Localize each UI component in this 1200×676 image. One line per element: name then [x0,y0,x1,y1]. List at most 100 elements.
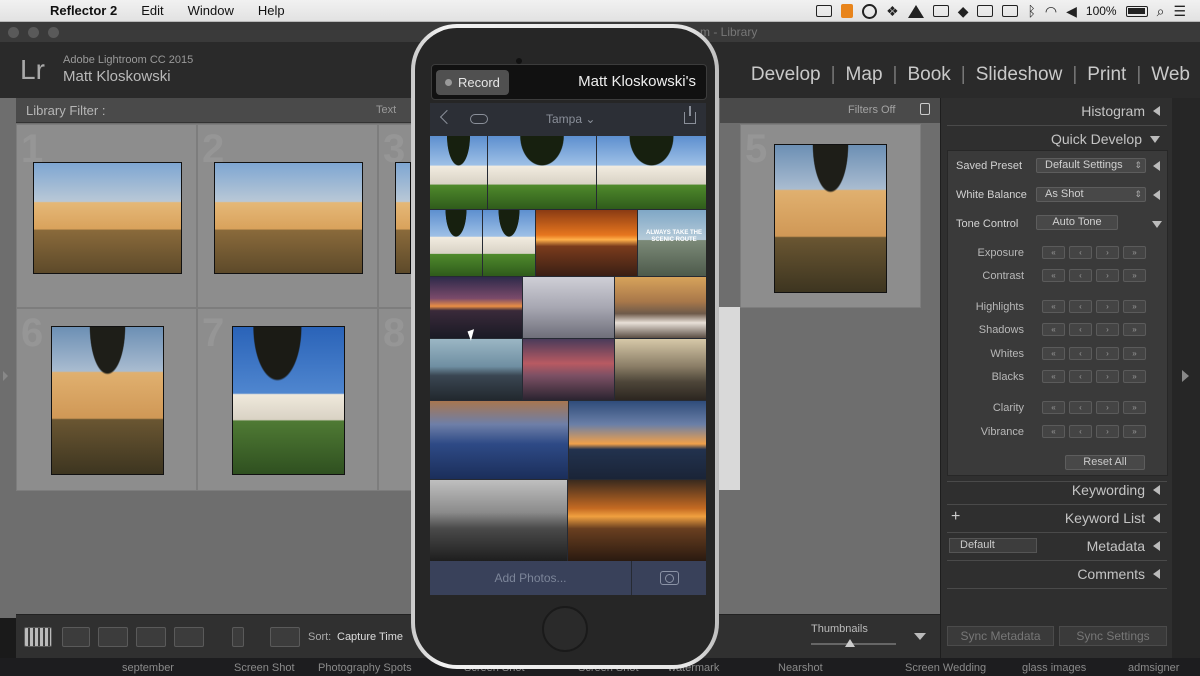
grid-view-icon[interactable] [24,627,52,647]
album-photo[interactable] [430,401,568,479]
sync-settings-button[interactable]: Sync Settings [1059,626,1167,646]
white-balance-select[interactable]: As Shot [1036,187,1146,202]
album-photo[interactable] [569,401,706,479]
exposure-increase-small[interactable]: › [1096,246,1119,259]
auto-tone-button[interactable]: Auto Tone [1036,215,1118,230]
thumbnail-image[interactable] [774,144,887,293]
clarity-increase-large[interactable]: » [1123,401,1146,414]
album-photo[interactable] [483,210,535,276]
thumbnail-image[interactable] [214,162,363,274]
sync-metadata-button[interactable]: Sync Metadata [947,626,1054,646]
whites-increase-large[interactable]: » [1123,347,1146,360]
collapse-triangle-icon[interactable] [1153,513,1160,523]
exposure-decrease-small[interactable]: ‹ [1069,246,1092,259]
menu-help[interactable]: Help [246,3,297,18]
keywording-header[interactable]: Keywording [1072,482,1160,498]
dock-item-label[interactable]: glass images [1022,662,1086,674]
dock-item-label[interactable]: september [122,662,174,674]
grid-cell[interactable]: 8 [378,308,412,491]
shadows-decrease-small[interactable]: ‹ [1069,323,1092,336]
album-photo[interactable] [430,210,482,276]
filters-off-dropdown[interactable]: Filters Off [848,104,895,116]
loupe-view-icon[interactable] [62,627,90,647]
spotlight-icon[interactable]: ⌕ [1157,3,1165,20]
collapse-triangle-icon[interactable] [1153,569,1160,579]
thumbnail-image[interactable] [395,162,411,274]
home-button[interactable] [542,606,588,652]
collapse-triangle-icon[interactable] [1153,485,1160,495]
dock-item-label[interactable]: admsigner [1128,662,1179,674]
sort-direction-icon[interactable] [270,627,300,647]
battery-icon[interactable] [1125,5,1148,17]
blacks-increase-large[interactable]: » [1123,370,1146,383]
shadows-increase-small[interactable]: › [1096,323,1119,336]
selected-cell-edge[interactable] [718,307,740,490]
contrast-increase-small[interactable]: › [1096,269,1119,282]
app-menu-name[interactable]: Reflector 2 [38,3,129,18]
album-photo[interactable] [568,480,706,561]
grid-cell[interactable]: 2 [197,124,378,308]
thumbnail-image[interactable] [33,162,182,274]
app-status-icon[interactable] [841,4,854,18]
add-photos-button[interactable]: Add Photos... [430,561,632,595]
highlights-decrease-small[interactable]: ‹ [1069,300,1092,313]
keyword-list-header[interactable]: Keyword List [1065,510,1160,526]
keyboard-icon[interactable] [1002,5,1019,17]
module-print[interactable]: Print [1087,64,1126,86]
thumbnail-slider-knob[interactable] [845,639,855,647]
vibrance-increase-small[interactable]: › [1096,425,1119,438]
thumbnail-image[interactable] [232,326,345,475]
vibrance-decrease-small[interactable]: ‹ [1069,425,1092,438]
sort-dropdown[interactable]: Capture Time [337,631,403,643]
shadows-increase-large[interactable]: » [1123,323,1146,336]
drive-icon[interactable] [907,4,924,18]
toolbar-options-chevron-icon[interactable] [914,633,926,640]
survey-view-icon[interactable] [136,627,166,647]
tone-control-triangle-icon[interactable] [1152,221,1162,228]
blacks-decrease-large[interactable]: « [1042,370,1065,383]
left-panel-toggle-arrow-icon[interactable] [3,371,8,381]
module-web[interactable]: Web [1151,64,1190,86]
wifi-icon[interactable]: ◠ [1045,3,1057,20]
collapse-triangle-icon[interactable] [1153,106,1160,116]
airplay-icon[interactable] [977,5,994,17]
reset-all-button[interactable]: Reset All [1065,455,1145,470]
cloud-icon[interactable] [470,114,488,124]
bluetooth-icon[interactable]: ᛒ [1027,3,1035,19]
dock-item-label[interactable]: Photography Spots [318,662,412,674]
saved-preset-select[interactable]: Default Settings [1036,158,1146,173]
album-photo[interactable] [488,136,596,209]
compare-view-icon[interactable] [98,627,128,647]
whites-increase-small[interactable]: › [1096,347,1119,360]
dock-item-label[interactable]: Nearshot [778,662,823,674]
menu-edit[interactable]: Edit [129,3,175,18]
album-photo[interactable] [430,277,522,338]
exposure-decrease-large[interactable]: « [1042,246,1065,259]
module-develop[interactable]: Develop [751,64,821,86]
camera-icon[interactable] [660,571,679,585]
minimize-window-button[interactable] [28,27,39,38]
dock-item-label[interactable]: Screen Shot [234,662,295,674]
panel-toggle-arrow-icon[interactable] [1182,370,1189,382]
contrast-decrease-small[interactable]: ‹ [1069,269,1092,282]
clarity-decrease-large[interactable]: « [1042,401,1065,414]
histogram-header[interactable]: Histogram [1081,103,1160,119]
people-view-icon[interactable] [174,627,204,647]
dock-item-label[interactable]: Screen Wedding [905,662,986,674]
share-icon[interactable] [684,106,696,124]
album-photo[interactable] [430,136,487,209]
grid-cell[interactable]: 1 [16,124,197,308]
grid-cell[interactable]: 6 [16,308,197,491]
module-map[interactable]: Map [846,64,883,86]
notification-center-icon[interactable]: ☰ [1173,3,1186,20]
collapse-triangle-icon[interactable] [1153,541,1160,551]
highlights-increase-large[interactable]: » [1123,300,1146,313]
highlights-increase-small[interactable]: › [1096,300,1119,313]
back-icon[interactable] [439,109,455,125]
vibrance-increase-large[interactable]: » [1123,425,1146,438]
menu-window[interactable]: Window [176,3,246,18]
evernote-icon[interactable]: ◆ [958,3,969,20]
grid-cell[interactable]: 5 [740,124,921,308]
display-icon[interactable] [932,5,949,17]
thumbnail-image[interactable] [51,326,164,475]
